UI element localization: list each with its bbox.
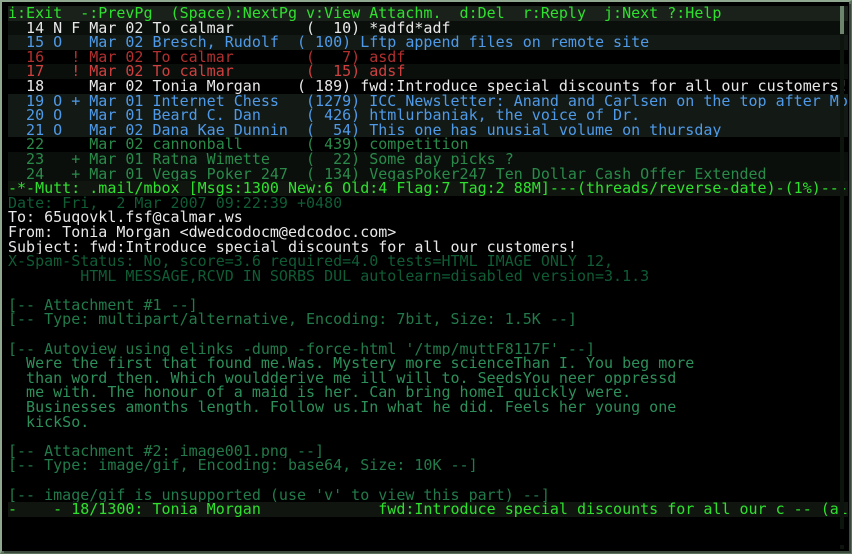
pager-status-bar-text: - - 18/1300: Tonia Morgan fwd:Introduce … — [8, 500, 848, 519]
terminal-scrollbar[interactable] — [840, 6, 844, 549]
header-xspam-text-cont: HTML_MESSAGE,RCVD_IN_SORBS_DUL autolearn… — [8, 266, 650, 285]
pager-status-bar: - - 18/1300: Tonia Morgan fwd:Introduce … — [8, 502, 848, 517]
header-xspam-status-line2: HTML_MESSAGE,RCVD_IN_SORBS_DUL autolearn… — [8, 266, 848, 285]
attachment-2-type-text: [-- Type: image/gif, Encoding: base64, S… — [8, 456, 478, 475]
attachment-2-type: [-- Type: image/gif, Encoding: base64, S… — [8, 458, 848, 473]
attachment-1-type-text: [-- Type: multipart/alternative, Encodin… — [8, 310, 577, 329]
body-line-5: kickSo. — [8, 412, 848, 431]
body-line-4: Businesses amonths length. Follow us.In … — [8, 400, 848, 415]
terminal-window: i:Exit -:PrevPg (Space):NextPg v:View At… — [0, 0, 852, 554]
terminal-bottom-padding — [8, 529, 848, 545]
body-text: Businesses amonths length. Follow us.In … — [8, 398, 677, 417]
attachment-1-type: [-- Type: multipart/alternative, Encodin… — [8, 310, 848, 329]
body-text: kickSo. — [8, 412, 90, 431]
terminal-scrollbar-thumb[interactable] — [840, 6, 844, 34]
mutt-terminal[interactable]: i:Exit -:PrevPg (Space):NextPg v:View At… — [8, 6, 848, 549]
